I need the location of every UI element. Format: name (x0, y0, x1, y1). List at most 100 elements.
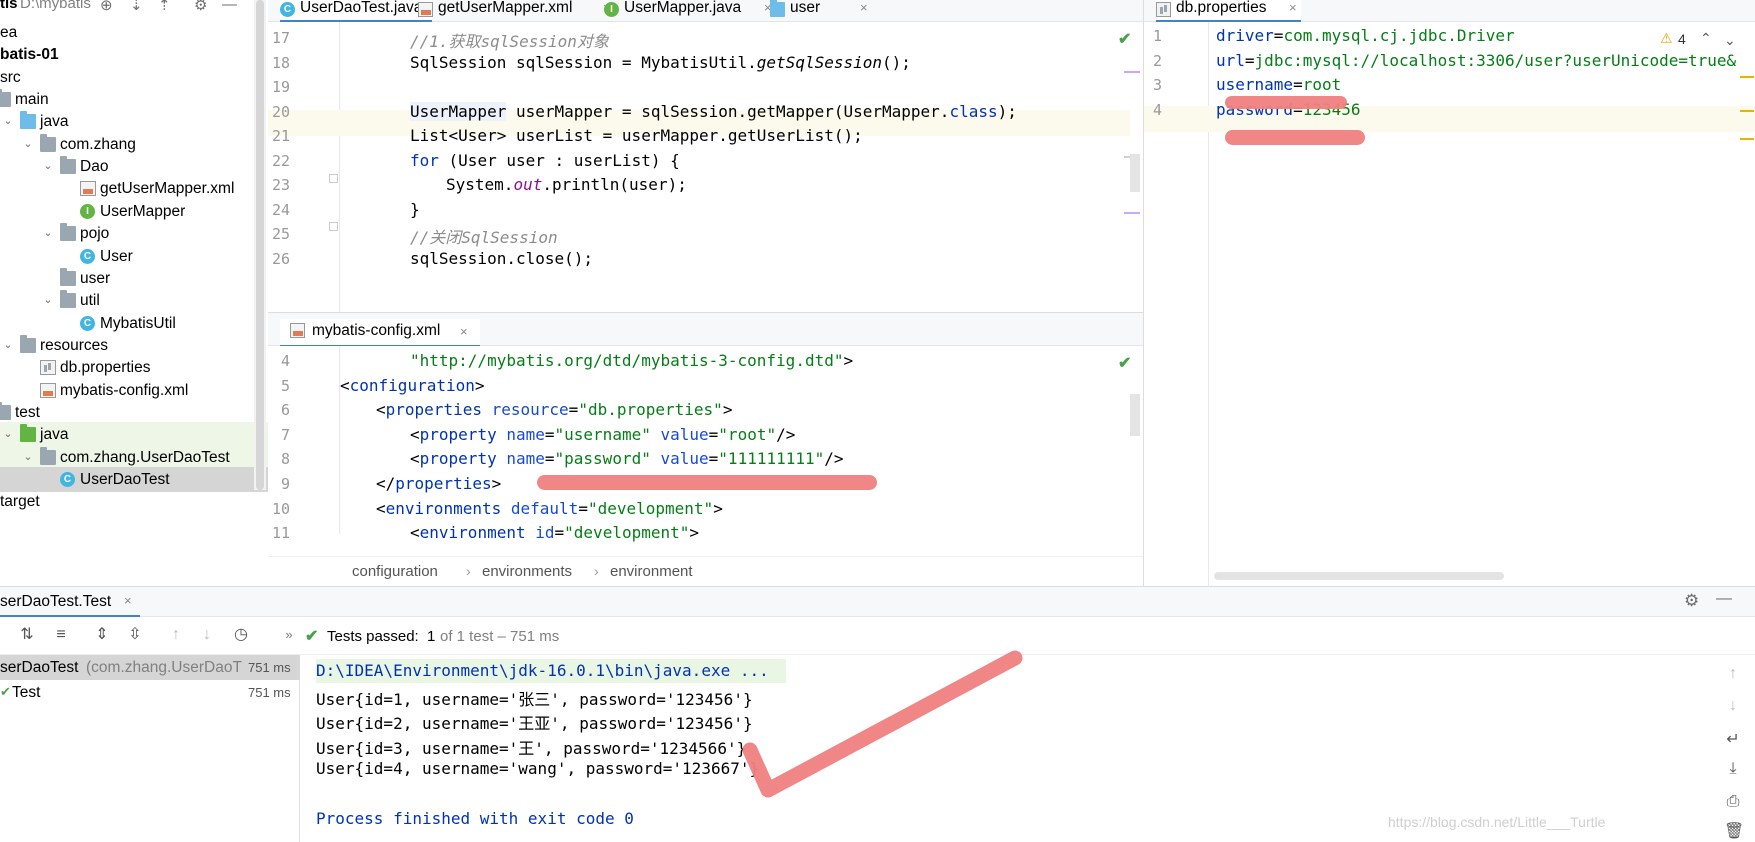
package-icon (770, 0, 785, 17)
tree-item-usermapper[interactable]: I UserMapper (0, 199, 268, 224)
tab-userdaotest-java[interactable]: CUserDaoTest.java× (280, 0, 432, 23)
tree-toolbar: ⊕ ⇣ ⇡ ⚙ — (100, 0, 260, 14)
folder-icon (0, 401, 11, 420)
run-tab-label[interactable]: serDaoTest.Test (0, 593, 111, 611)
tree-item-user[interactable]: user (0, 266, 268, 291)
test-row[interactable]: ✔ Test 751 ms (0, 680, 300, 705)
code-line: for (User user : userList) { (410, 150, 680, 170)
more-icon[interactable]: » (280, 626, 298, 644)
tree-root-label[interactable]: tis (0, 0, 18, 12)
tree-item-java[interactable]: ⌄ java (0, 109, 268, 134)
print-icon[interactable]: ⎙ (1724, 793, 1742, 811)
chevron-down-icon[interactable]: ⌄ (42, 227, 54, 239)
class-icon: C (80, 248, 95, 264)
breadcrumb-item[interactable]: environment (610, 563, 693, 580)
tree-item-target[interactable]: target (0, 489, 268, 514)
prev-failed-icon[interactable]: ↑ (167, 626, 185, 644)
sort-alpha-icon[interactable]: ⇅ (18, 626, 36, 644)
clear-icon[interactable]: 🗑 (1724, 823, 1744, 841)
chevron-down-icon[interactable]: ⌄ (42, 294, 54, 306)
tree-item-com-zhang[interactable]: ⌄ com.zhang (0, 132, 268, 157)
tree-item-resources[interactable]: ⌄ resources (0, 333, 268, 358)
interface-icon: I (80, 203, 95, 219)
tree-item-batis-01[interactable]: batis-01 (0, 42, 268, 67)
scroll-to-end-icon[interactable]: ⤓ (1724, 760, 1742, 778)
tree-item-label: db.properties (60, 359, 151, 377)
up-icon[interactable]: ↑ (1724, 665, 1742, 683)
chevron-down-icon[interactable]: ⌄ (22, 138, 34, 150)
inspection-ok-icon[interactable]: ✔ (1118, 29, 1131, 49)
collapse-all-icon[interactable]: ⇳ (126, 626, 144, 644)
tab-mybatis-config[interactable]: mybatis-config.xml × (280, 319, 480, 348)
close-icon[interactable]: × (860, 0, 868, 16)
collapse-all-icon[interactable]: ⇡ (158, 0, 171, 14)
editor3-hscrollbar[interactable] (1214, 572, 1504, 580)
breadcrumb-item[interactable]: environments (482, 563, 572, 580)
tree-item-mybatis-config-xml[interactable]: mybatis-config.xml (0, 378, 268, 403)
tree-item-label: getUserMapper.xml (100, 180, 235, 198)
sort-duration-icon[interactable]: ≡ (52, 626, 70, 644)
breadcrumb-item[interactable]: configuration (352, 563, 438, 580)
tree-item-label: src (0, 68, 21, 86)
tree-item-mybatisutil[interactable]: C MybatisUtil (0, 311, 268, 336)
expand-all-icon[interactable]: ⇣ (130, 0, 143, 14)
warning-icon[interactable]: ⚠ (1660, 30, 1673, 47)
tree-item-java[interactable]: ⌄ java (0, 422, 268, 448)
xml-file-icon (418, 2, 433, 17)
tree-item-label: com.zhang.UserDaoTest (60, 448, 230, 466)
close-icon[interactable]: × (1289, 0, 1297, 16)
editor2-scrollbar[interactable] (1130, 394, 1140, 436)
tree-item-main[interactable]: ⌄main (0, 87, 268, 112)
chevron-down-icon[interactable]: ⌄ (22, 451, 34, 463)
properties-file-icon (1156, 2, 1171, 17)
line-number: 6 (280, 401, 290, 420)
close-icon[interactable]: × (124, 593, 132, 608)
tree-item-src[interactable]: ⌄src (0, 65, 268, 90)
close-icon[interactable]: × (460, 324, 468, 340)
tab-getusermapper-xml[interactable]: getUserMapper.xml× (418, 0, 615, 22)
gear-icon[interactable]: ⚙ (194, 0, 207, 14)
test-row-selected[interactable]: serDaoTest (com.zhang.UserDaoT 751 ms (0, 655, 300, 680)
tree-item-com-zhang-userdaotest[interactable]: ⌄ com.zhang.UserDaoTest (0, 444, 268, 470)
chevron-down-icon[interactable]: ⌄ (42, 160, 54, 172)
line-number: 19 (271, 78, 290, 96)
next-highlight-icon[interactable]: ⌄ (1724, 32, 1736, 49)
expand-all-icon[interactable]: ⇕ (93, 626, 111, 644)
prev-highlight-icon[interactable]: ⌃ (1700, 30, 1712, 47)
tree-item-user[interactable]: C User (0, 244, 268, 269)
tree-item-label: Dao (80, 158, 109, 176)
breadcrumb: configuration › environments › environment (268, 556, 1143, 586)
tab-db-properties[interactable]: db.properties × (1156, 0, 1301, 23)
down-icon[interactable]: ↓ (1724, 697, 1742, 715)
minimize-icon[interactable]: — (1716, 590, 1732, 608)
tree-item-pojo[interactable]: ⌄ pojo (0, 221, 268, 246)
tree-item-db-properties[interactable]: db.properties (0, 355, 268, 380)
fold-marker-icon[interactable] (329, 174, 338, 183)
code-line: } (410, 199, 420, 219)
tree-item-userdaotest[interactable]: C UserDaoTest (0, 467, 268, 492)
editor-userdaotest[interactable]: ✔ 17 //1.获取sqlSession对象 18 SqlSession sqlSe… (268, 22, 1143, 312)
tab-usermapper-java[interactable]: I UserMapper.java × (604, 0, 776, 22)
tree-item-ea[interactable]: ea (0, 20, 268, 45)
next-failed-icon[interactable]: ↓ (198, 626, 216, 644)
tree-item-getusermapper-xml[interactable]: getUserMapper.xml (0, 176, 268, 201)
tree-item-test[interactable]: ⌄test (0, 400, 268, 425)
inspection-ok-icon[interactable]: ✔ (1118, 353, 1131, 373)
chevron-down-icon[interactable]: ⌄ (2, 115, 14, 127)
tree-item-label: pojo (80, 225, 110, 243)
console-line: Process finished with exit code 0 (316, 808, 634, 828)
tree-item-dao[interactable]: ⌄ Dao (0, 154, 268, 179)
tab-user[interactable]: user × (770, 0, 872, 22)
editor-scrollbar[interactable] (1130, 154, 1140, 192)
history-icon[interactable]: ◷ (232, 626, 250, 644)
tree-item-util[interactable]: ⌄ util (0, 288, 268, 313)
fold-marker-icon[interactable] (329, 222, 338, 231)
chevron-down-icon[interactable]: ⌄ (2, 339, 14, 351)
soft-wrap-icon[interactable]: ↵ (1724, 731, 1742, 749)
tree-scrollbar-thumb[interactable] (256, 0, 264, 490)
editor-mybatis-config[interactable]: ✔ 4 "http://mybatis.org/dtd/mybatis-3-con… (268, 346, 1143, 556)
minimize-icon[interactable]: — (222, 0, 237, 13)
gear-icon[interactable]: ⚙ (1684, 591, 1699, 611)
chevron-down-icon[interactable]: ⌄ (2, 428, 14, 440)
locate-icon[interactable]: ⊕ (100, 0, 113, 14)
